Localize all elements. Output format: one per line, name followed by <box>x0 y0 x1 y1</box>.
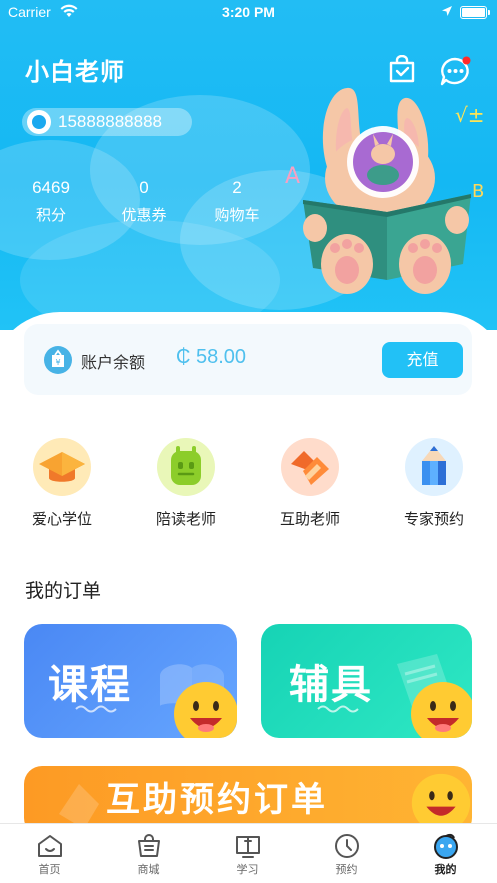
robot-icon <box>157 438 215 496</box>
order-card-course[interactable]: 课程 <box>24 624 237 738</box>
user-name: 小白老师 <box>25 58 125 86</box>
tab-label: 预约 <box>335 863 358 876</box>
svg-text:√±: √± <box>455 103 485 127</box>
tab-label: 首页 <box>38 863 61 876</box>
squiggle-decoration <box>75 705 117 713</box>
pencil-icon <box>405 438 463 496</box>
tab-label: 商城 <box>137 863 160 876</box>
balance-label: 账户余额 <box>81 353 146 372</box>
tab-label: 我的 <box>434 863 457 876</box>
stat-value: 6469 <box>32 178 70 197</box>
tab-booking[interactable]: 预约 <box>297 824 396 883</box>
wallet-icon: ¥ <box>44 346 72 374</box>
order-card-label: 辅具 <box>289 662 373 708</box>
battery-icon <box>460 6 490 19</box>
smiley-face-icon <box>411 682 472 738</box>
feature-label: 互助老师 <box>279 510 340 528</box>
feature-expert-booking[interactable]: 专家预约 <box>384 438 484 529</box>
stat-label: 优惠券 <box>121 206 167 224</box>
order-card-aids[interactable]: 辅具 <box>261 624 472 738</box>
location-arrow-icon <box>442 6 452 16</box>
feature-love-degree[interactable]: 爱心学位 <box>12 438 112 529</box>
squiggle-decoration <box>317 705 359 713</box>
feature-label: 专家预约 <box>403 510 464 528</box>
graduation-cap-icon <box>33 438 91 496</box>
avatar-dot-icon <box>24 110 54 134</box>
stat-value: 0 <box>139 178 149 197</box>
phone-badge: 15888888888 <box>22 108 192 136</box>
balance-card: ¥ 账户余额 ₵ 58.00 充值 <box>24 324 472 395</box>
svg-text:¥: ¥ <box>55 358 60 367</box>
tab-study[interactable]: 学习 <box>198 824 297 883</box>
orders-title: 我的订单 <box>25 580 102 602</box>
status-bar: Carrier 3:20 PM <box>0 0 497 26</box>
tab-mine[interactable]: 我的 <box>396 824 495 883</box>
smiley-face-icon <box>174 682 237 738</box>
feature-mutual-teacher[interactable]: 互助老师 <box>260 438 360 529</box>
stat-label: 积分 <box>35 206 66 224</box>
clock-label: 3:20 PM <box>222 4 275 20</box>
notification-dot <box>462 56 471 65</box>
tab-shop[interactable]: 商城 <box>99 824 198 883</box>
stat-coupons[interactable]: 0 优惠券 <box>104 178 184 225</box>
feature-label: 陪读老师 <box>155 510 216 528</box>
tab-label: 学习 <box>236 863 259 876</box>
order-card-label: 互助预约订单 <box>106 780 328 820</box>
recharge-button[interactable]: 充值 <box>382 342 463 378</box>
bottom-tab-bar: 首页 商城 学习 预约 我的 <box>0 823 497 883</box>
shop-bag-icon <box>137 834 160 857</box>
phone-number: 15888888888 <box>58 112 163 131</box>
stat-label: 购物车 <box>214 206 260 224</box>
home-icon <box>37 835 62 857</box>
balance-amount: ₵ 58.00 <box>176 346 247 368</box>
svg-text:B: B <box>472 181 484 202</box>
heart-hands-icon <box>281 438 339 496</box>
tab-home[interactable]: 首页 <box>0 824 99 883</box>
bunny-reading-illustration: A B √± <box>285 87 485 294</box>
feature-label: 爱心学位 <box>31 510 92 528</box>
clock-icon <box>334 834 359 858</box>
book-icon <box>235 836 260 858</box>
feature-study-teacher[interactable]: 陪读老师 <box>136 438 236 529</box>
stat-points[interactable]: 6469 积分 <box>11 178 91 225</box>
order-card-label: 课程 <box>48 662 132 708</box>
profile-face-icon <box>433 833 458 859</box>
stat-cart[interactable]: 2 购物车 <box>197 178 277 225</box>
stat-value: 2 <box>232 178 242 197</box>
svg-text:A: A <box>285 164 300 189</box>
